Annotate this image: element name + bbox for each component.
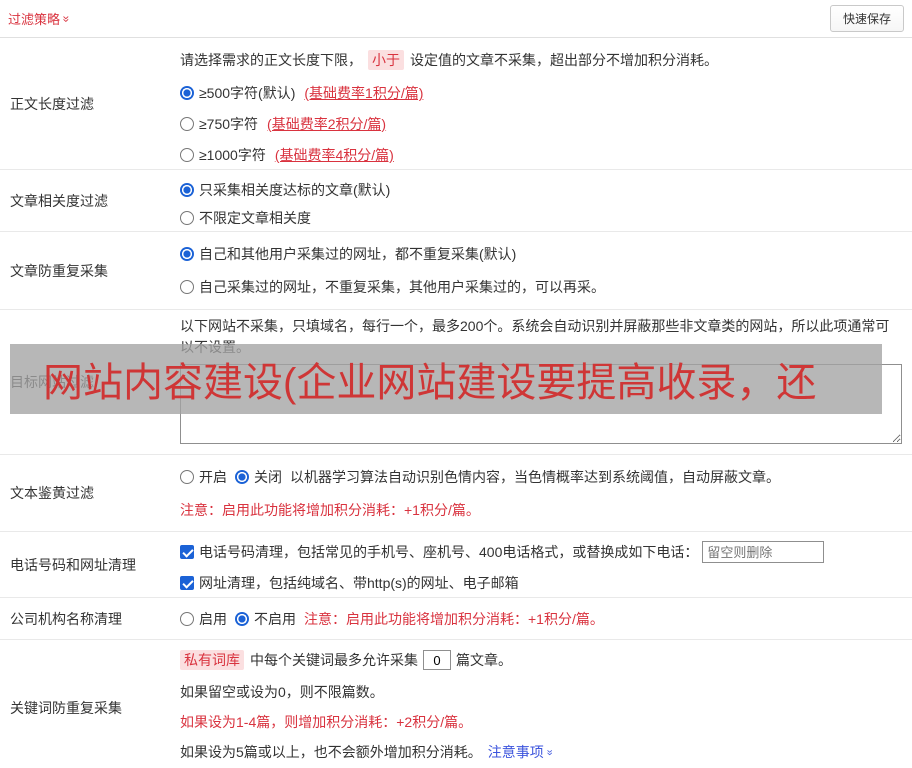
row-phone-url-cleanup: 电话号码和网址清理 电话号码清理，包括常见的手机号、座机号、400电话格式，或替… (0, 532, 912, 598)
radio-1000-chars[interactable] (180, 148, 194, 162)
option-porn-off[interactable]: 关闭 (235, 467, 282, 487)
radio-porn-on[interactable] (180, 470, 194, 484)
replacement-phone-input[interactable] (702, 541, 824, 563)
radio-company-on[interactable] (180, 612, 194, 626)
chevron-down-icon: » (60, 15, 72, 22)
keyword-note-free-line: 如果设为5篇或以上，也不会额外增加积分消耗。 注意事项 » (180, 742, 902, 762)
phone-cleanup-line: 电话号码清理，包括常见的手机号、座机号、400电话格式，或替换成如下电话： (180, 540, 902, 564)
keyword-limit-input[interactable] (423, 650, 451, 670)
porn-filter-description: 以机器学习算法自动识别色情内容，当色情概率达到系统阈值，自动屏蔽文章。 (290, 467, 780, 487)
row-label-relevance: 文章相关度过滤 (0, 170, 168, 231)
option-company-on-label: 启用 (199, 609, 227, 629)
page-title-text: 过滤策略 (8, 9, 60, 28)
radio-750-chars[interactable] (180, 117, 194, 131)
option-500-chars[interactable]: ≥500字符(默认) (基础费率1积分/篇) (180, 83, 902, 103)
option-porn-on[interactable]: 开启 (180, 467, 227, 487)
option-relevance-any-label: 不限定文章相关度 (199, 208, 311, 228)
row-label-keyword-dedup: 关键词防重复采集 (0, 640, 168, 768)
option-relevance-any[interactable]: 不限定文章相关度 (180, 208, 902, 228)
private-lexicon-highlight: 私有词库 (180, 650, 244, 670)
row-label-phone-url: 电话号码和网址清理 (0, 532, 168, 597)
row-label-porn-filter: 文本鉴黄过滤 (0, 455, 168, 531)
url-cleanup-checkbox[interactable] (180, 576, 194, 590)
option-750-label: ≥750字符 (199, 114, 258, 134)
porn-filter-note: 注意：启用此功能将增加积分消耗：+1积分/篇。 (180, 500, 902, 520)
keyword-limit-pre: 中每个关键词最多允许采集 (250, 650, 418, 670)
radio-porn-off[interactable] (235, 470, 249, 484)
row-label-company-name: 公司机构名称清理 (0, 598, 168, 639)
option-500-label: ≥500字符(默认) (199, 83, 295, 103)
keyword-limit-line: 私有词库 中每个关键词最多允许采集 篇文章。 (180, 648, 902, 672)
option-750-chars[interactable]: ≥750字符 (基础费率2积分/篇) (180, 114, 902, 134)
filter-strategy-page: 过滤策略 » 快速保存 正文长度过滤 请选择需求的正文长度下限， 小于设定值的文章… (0, 0, 912, 768)
row-label-dedup: 文章防重复采集 (0, 232, 168, 309)
keyword-note-unlimited: 如果留空或设为0，则不限篇数。 (180, 682, 902, 702)
option-relevance-strict[interactable]: 只采集相关度达标的文章(默认) (180, 180, 902, 200)
option-750-fee: (基础费率2积分/篇) (267, 114, 386, 134)
keyword-note-fee: 如果设为1-4篇，则增加积分消耗：+2积分/篇。 (180, 712, 902, 732)
quick-save-button[interactable]: 快速保存 (830, 5, 904, 32)
row-dedup-collect: 文章防重复采集 自己和其他用户采集过的网址，都不重复采集(默认) 自己采集过的网… (0, 232, 912, 310)
option-porn-on-label: 开启 (199, 467, 227, 487)
radio-dedup-global[interactable] (180, 247, 194, 261)
option-porn-off-label: 关闭 (254, 467, 282, 487)
radio-company-off[interactable] (235, 612, 249, 626)
notice-link[interactable]: 注意事项 » (488, 742, 552, 762)
company-cleanup-options: 启用 不启用 注意：启用此功能将增加积分消耗：+1积分/篇。 (180, 609, 902, 629)
option-company-off[interactable]: 不启用 (235, 609, 296, 629)
topbar: 过滤策略 » 快速保存 (0, 0, 912, 38)
phone-cleanup-checkbox[interactable] (180, 545, 194, 559)
page-title[interactable]: 过滤策略 » (8, 9, 70, 28)
intro-post: 设定值的文章不采集，超出部分不增加积分消耗。 (410, 52, 718, 68)
option-company-off-label: 不启用 (254, 609, 296, 629)
url-cleanup-line: 网址清理，包括纯域名、带http(s)的网址、电子邮箱 (180, 571, 902, 595)
option-500-fee: (基础费率1积分/篇) (304, 83, 423, 103)
radio-dedup-self[interactable] (180, 280, 194, 294)
option-1000-fee: (基础费率4积分/篇) (275, 145, 394, 165)
magnifier-overlay: 网站内容建设(企业网站建设要提高收录，还 (10, 344, 882, 414)
row-label-body-length: 正文长度过滤 (0, 38, 168, 169)
intro-pre: 请选择需求的正文长度下限， (180, 52, 362, 68)
intro-highlight: 小于 (368, 50, 404, 70)
option-1000-label: ≥1000字符 (199, 145, 266, 165)
row-relevance-filter: 文章相关度过滤 只采集相关度达标的文章(默认) 不限定文章相关度 (0, 170, 912, 232)
option-dedup-global-label: 自己和其他用户采集过的网址，都不重复采集(默认) (199, 244, 516, 264)
keyword-note-free: 如果设为5篇或以上，也不会额外增加积分消耗。 (180, 742, 482, 762)
radio-relevance-any[interactable] (180, 211, 194, 225)
keyword-limit-post: 篇文章。 (456, 650, 512, 670)
radio-500-chars[interactable] (180, 86, 194, 100)
option-dedup-global[interactable]: 自己和其他用户采集过的网址，都不重复采集(默认) (180, 244, 902, 264)
row-keyword-dedup: 关键词防重复采集 私有词库 中每个关键词最多允许采集 篇文章。 如果留空或设为0… (0, 640, 912, 768)
notice-link-label: 注意事项 (488, 742, 544, 762)
body-length-intro: 请选择需求的正文长度下限， 小于设定值的文章不采集，超出部分不增加积分消耗。 (180, 50, 902, 70)
option-dedup-self-label: 自己采集过的网址，不重复采集，其他用户采集过的，可以再采。 (199, 277, 605, 297)
phone-cleanup-label: 电话号码清理，包括常见的手机号、座机号、400电话格式，或替换成如下电话： (199, 542, 698, 562)
option-1000-chars[interactable]: ≥1000字符 (基础费率4积分/篇) (180, 145, 902, 165)
overlay-enlarged-text: 网站内容建设(企业网站建设要提高收录，还 (10, 350, 816, 408)
row-body-length-filter: 正文长度过滤 请选择需求的正文长度下限， 小于设定值的文章不采集，超出部分不增加积… (0, 38, 912, 170)
company-cleanup-note: 注意：启用此功能将增加积分消耗：+1积分/篇。 (304, 609, 604, 629)
option-company-on[interactable]: 启用 (180, 609, 227, 629)
porn-filter-options: 开启 关闭 以机器学习算法自动识别色情内容，当色情概率达到系统阈值，自动屏蔽文章… (180, 467, 902, 487)
row-porn-filter: 文本鉴黄过滤 开启 关闭 以机器学习算法自动识别色情内容，当色情概率达到系统阈值… (0, 455, 912, 532)
row-company-name-cleanup: 公司机构名称清理 启用 不启用 注意：启用此功能将增加积分消耗：+1积分/篇。 (0, 598, 912, 640)
url-cleanup-label: 网址清理，包括纯域名、带http(s)的网址、电子邮箱 (199, 573, 519, 593)
option-dedup-self[interactable]: 自己采集过的网址，不重复采集，其他用户采集过的，可以再采。 (180, 277, 902, 297)
option-relevance-strict-label: 只采集相关度达标的文章(默认) (199, 180, 390, 200)
radio-relevance-strict[interactable] (180, 183, 194, 197)
chevron-down-icon: » (543, 749, 554, 755)
